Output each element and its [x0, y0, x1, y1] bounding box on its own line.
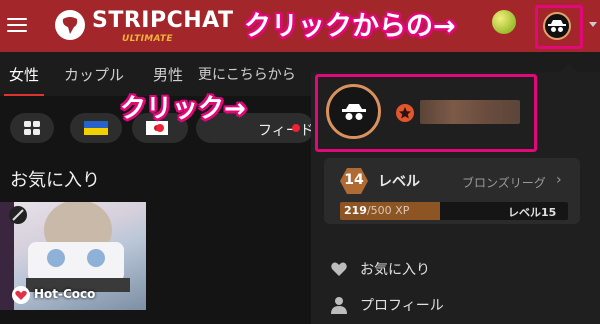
favorite-heart-icon[interactable] [12, 286, 30, 304]
level-label: レベル [378, 174, 420, 190]
hidden-eye-icon [9, 206, 27, 224]
logo-text[interactable]: STRIPCHAT [92, 8, 233, 33]
tennis-ball-icon [492, 10, 516, 34]
xp-total: /500 XP [366, 204, 410, 217]
hamburger-icon[interactable] [7, 14, 27, 36]
feed-label: フィード [258, 123, 314, 139]
xp-text: 219/500 XP [344, 204, 409, 217]
xp-current: 219 [344, 204, 367, 217]
chevron-down-icon[interactable] [589, 22, 597, 27]
menu-item-profile[interactable]: プロフィール [330, 292, 580, 318]
star-icon [396, 104, 414, 122]
grid-icon [24, 121, 40, 135]
menu-label-profile: プロフィール [360, 298, 444, 314]
callout-top: クリックからの→ [244, 11, 456, 42]
menu-label-favorites: お気に入り [360, 262, 430, 278]
person-icon [331, 297, 347, 314]
chevron-right-icon: › [556, 172, 562, 188]
model-name[interactable]: Hot-Coco [34, 287, 95, 301]
grid-view-button[interactable] [10, 113, 54, 143]
tab-more[interactable]: 更にこちらから [198, 64, 296, 84]
logo-subtitle: ULTIMATE [122, 34, 173, 44]
live-dot-icon [156, 124, 164, 132]
tab-female[interactable]: 女性 [9, 64, 39, 85]
next-level-label: レベル15 [508, 206, 557, 219]
tab-underline [4, 94, 44, 96]
ukraine-filter-chip[interactable] [70, 113, 122, 143]
ukraine-flag-icon [84, 121, 108, 135]
level-number: 14 [344, 172, 364, 188]
profile-avatar-button[interactable] [326, 84, 381, 139]
callout-mid: クリック→ [120, 94, 246, 124]
spy-avatar-icon [548, 20, 566, 32]
blurred-username [420, 100, 520, 124]
favorites-heading: お気に入り [10, 170, 100, 191]
menu-item-favorites[interactable]: お気に入り [330, 256, 580, 282]
spy-avatar-icon-large [341, 103, 366, 120]
tab-male[interactable]: 男性 [153, 64, 183, 85]
notification-dot-icon [292, 124, 300, 132]
heart-icon [331, 262, 347, 276]
league-name: ブロンズリーグ [462, 176, 546, 190]
logo-icon[interactable] [55, 10, 85, 40]
tab-couple[interactable]: カップル [64, 64, 124, 85]
user-avatar-button[interactable] [543, 12, 571, 40]
